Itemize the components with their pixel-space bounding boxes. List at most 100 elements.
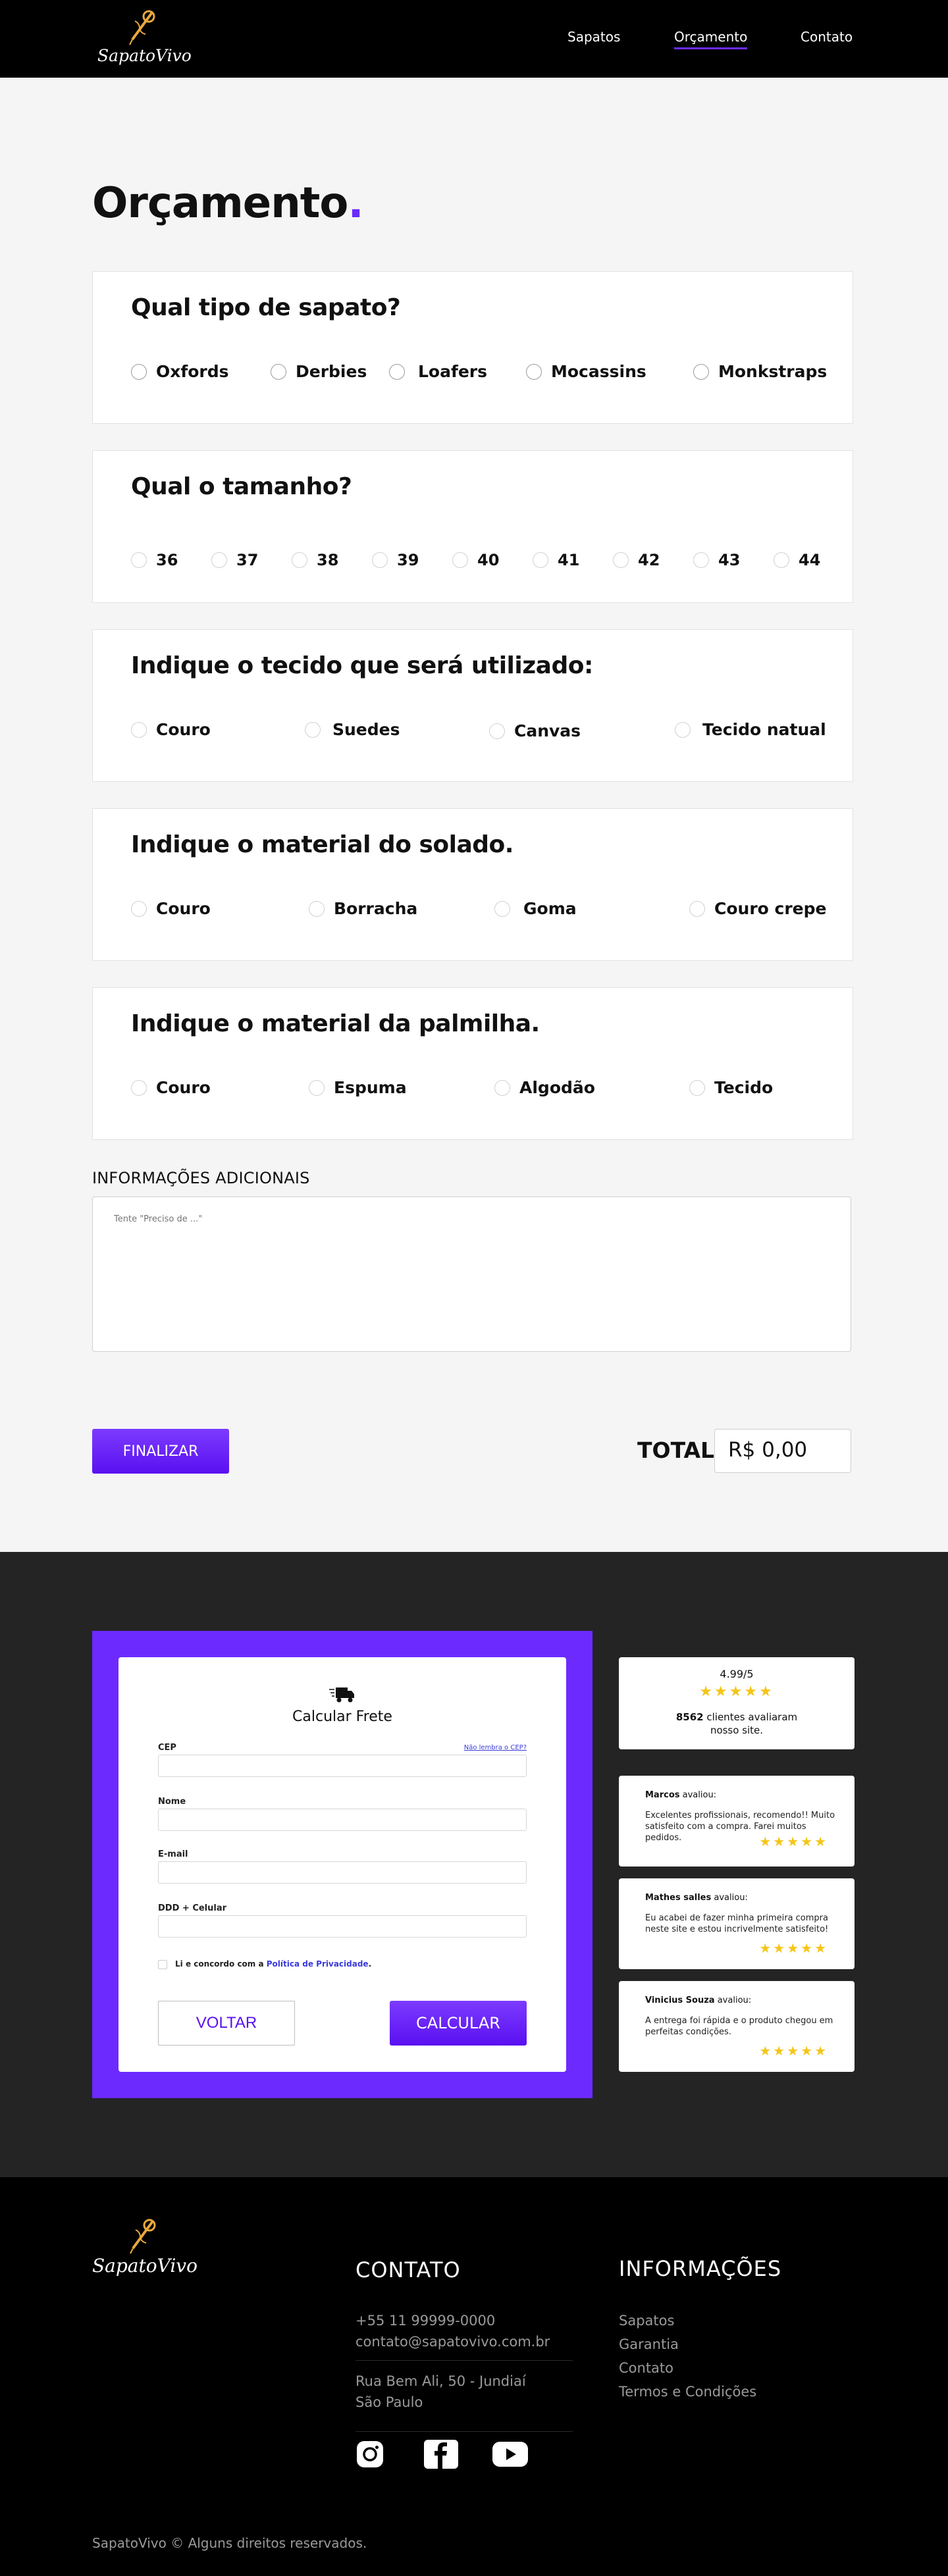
radio-button[interactable] bbox=[292, 552, 307, 568]
privacy-checkbox[interactable] bbox=[158, 1960, 167, 1969]
review-card: Mathes salles avaliou: Eu acabei de faze… bbox=[619, 1878, 855, 1969]
footer-link-sapatos[interactable]: Sapatos bbox=[619, 2313, 674, 2329]
radio-button[interactable] bbox=[131, 363, 147, 380]
option-suedes[interactable]: Suedes bbox=[305, 720, 400, 739]
radio-button[interactable] bbox=[494, 900, 510, 917]
radio-button[interactable] bbox=[533, 552, 548, 568]
option-couro[interactable]: Couro bbox=[131, 899, 211, 918]
option-monkstraps[interactable]: Monkstraps bbox=[693, 362, 827, 381]
question-card-sole: Indique o material do solado. Couro Borr… bbox=[92, 808, 853, 961]
radio-button[interactable] bbox=[305, 721, 321, 738]
reviewer-name: Vinicius Souza avaliou: bbox=[645, 1996, 752, 2005]
radio-button[interactable] bbox=[309, 900, 325, 917]
option-size-39[interactable]: 39 bbox=[372, 551, 419, 569]
option-couro-crepe[interactable]: Couro crepe bbox=[689, 899, 826, 918]
review-card: Marcos avaliou: Excelentes profissionais… bbox=[619, 1776, 855, 1867]
radio-button[interactable] bbox=[774, 552, 789, 568]
radio-button[interactable] bbox=[131, 1079, 147, 1096]
radio-button[interactable] bbox=[526, 363, 542, 380]
option-size-37[interactable]: 37 bbox=[211, 551, 258, 569]
option-loafers[interactable]: Loafers bbox=[389, 362, 487, 381]
radio-button[interactable] bbox=[693, 552, 709, 568]
footer-divider bbox=[356, 2431, 573, 2432]
needle-logo-icon bbox=[129, 10, 155, 45]
radio-button[interactable] bbox=[494, 1079, 510, 1096]
radio-button[interactable] bbox=[271, 363, 286, 380]
radio-button[interactable] bbox=[211, 552, 227, 568]
option-espuma[interactable]: Espuma bbox=[309, 1078, 407, 1097]
radio-button[interactable] bbox=[689, 1079, 705, 1096]
back-button[interactable]: VOLTAR bbox=[158, 2001, 295, 2046]
option-borracha[interactable]: Borracha bbox=[309, 899, 417, 918]
question-title: Indique o material do solado. bbox=[131, 831, 514, 858]
radio-button[interactable] bbox=[675, 721, 691, 738]
option-size-41[interactable]: 41 bbox=[533, 551, 579, 569]
option-goma[interactable]: Goma bbox=[494, 899, 577, 918]
footer-link-termos[interactable]: Termos e Condições bbox=[619, 2384, 756, 2400]
option-size-36[interactable]: 36 bbox=[131, 551, 178, 569]
radio-button[interactable] bbox=[489, 723, 505, 739]
additional-info-textarea[interactable] bbox=[92, 1197, 851, 1352]
contact-phone[interactable]: +55 11 99999-0000 bbox=[356, 2313, 495, 2329]
option-couro[interactable]: Couro bbox=[131, 720, 211, 739]
facebook-icon[interactable] bbox=[424, 2440, 458, 2469]
cep-input[interactable] bbox=[158, 1755, 527, 1777]
footer-link-garantia[interactable]: Garantia bbox=[619, 2336, 679, 2352]
radio-button[interactable] bbox=[689, 900, 705, 917]
contact-email[interactable]: contato@sapatovivo.com.br bbox=[356, 2334, 550, 2350]
nav-contato[interactable]: Contato bbox=[801, 29, 853, 45]
footer-link-contato[interactable]: Contato bbox=[619, 2360, 673, 2376]
radio-button[interactable] bbox=[372, 552, 388, 568]
question-card-shoe-type: Qual tipo de sapato? Oxfords Derbies Loa… bbox=[92, 271, 853, 424]
page-title: Orçamento. bbox=[92, 179, 364, 228]
brand-logo[interactable]: SapatoVivo bbox=[92, 8, 192, 70]
option-algodao[interactable]: Algodão bbox=[494, 1078, 595, 1097]
review-stars: ★★★★★ bbox=[759, 1834, 828, 1849]
option-couro[interactable]: Couro bbox=[131, 1078, 211, 1097]
question-card-size: Qual o tamanho? 36 37 38 39 40 41 42 43 … bbox=[92, 450, 853, 603]
site-footer: SapatoVivo CONTATO +55 11 99999-0000 con… bbox=[0, 2177, 948, 2576]
finalize-button[interactable]: FINALIZAR bbox=[92, 1429, 229, 1474]
cep-help-link[interactable]: Não lembra o CEP? bbox=[464, 1744, 527, 1751]
option-mocassins[interactable]: Mocassins bbox=[526, 362, 646, 381]
truck-icon bbox=[329, 1687, 354, 1703]
contact-heading: CONTATO bbox=[356, 2257, 461, 2282]
review-stars: ★★★★★ bbox=[759, 1940, 828, 1956]
instagram-icon[interactable] bbox=[356, 2440, 384, 2469]
option-size-38[interactable]: 38 bbox=[292, 551, 338, 569]
option-tecido[interactable]: Tecido bbox=[689, 1078, 773, 1097]
calculate-button[interactable]: CALCULAR bbox=[390, 2001, 527, 2046]
radio-button[interactable] bbox=[389, 363, 405, 380]
option-canvas[interactable]: Canvas bbox=[489, 721, 581, 740]
radio-button[interactable] bbox=[131, 900, 147, 917]
privacy-agreement: Li e concordo com a Política de Privacid… bbox=[175, 1959, 372, 1969]
total-value: R$ 0,00 bbox=[714, 1429, 851, 1473]
youtube-icon[interactable] bbox=[492, 2440, 528, 2469]
radio-button[interactable] bbox=[309, 1079, 325, 1096]
name-input[interactable] bbox=[158, 1809, 527, 1831]
radio-button[interactable] bbox=[613, 552, 629, 568]
radio-button[interactable] bbox=[131, 552, 147, 568]
option-size-44[interactable]: 44 bbox=[774, 551, 820, 569]
footer-divider bbox=[356, 2360, 573, 2361]
email-input[interactable] bbox=[158, 1861, 527, 1884]
review-text: A entrega foi rápida e o produto chegou … bbox=[645, 2016, 833, 2037]
phone-input[interactable] bbox=[158, 1915, 527, 1938]
radio-button[interactable] bbox=[693, 363, 709, 380]
radio-button[interactable] bbox=[131, 721, 147, 738]
review-card: Vinicius Souza avaliou: A entrega foi rá… bbox=[619, 1981, 855, 2072]
option-oxfords[interactable]: Oxfords bbox=[131, 362, 229, 381]
radio-button[interactable] bbox=[452, 552, 468, 568]
footer-brand-logo[interactable]: SapatoVivo bbox=[92, 2217, 204, 2282]
nav-sapatos[interactable]: Sapatos bbox=[567, 29, 620, 45]
contact-address-line-1: Rua Bem Ali, 50 - Jundiaí bbox=[356, 2373, 526, 2389]
privacy-policy-link[interactable]: Política de Privacidade bbox=[267, 1959, 369, 1969]
option-tecido-natual[interactable]: Tecido natual bbox=[675, 720, 826, 739]
option-size-40[interactable]: 40 bbox=[452, 551, 499, 569]
site-header: SapatoVivo Sapatos Orçamento Contato bbox=[0, 0, 948, 78]
option-size-43[interactable]: 43 bbox=[693, 551, 740, 569]
nav-orcamento[interactable]: Orçamento bbox=[674, 29, 748, 49]
option-size-42[interactable]: 42 bbox=[613, 551, 660, 569]
option-derbies[interactable]: Derbies bbox=[271, 362, 367, 381]
reviewer-name: Mathes salles avaliou: bbox=[645, 1893, 748, 1903]
